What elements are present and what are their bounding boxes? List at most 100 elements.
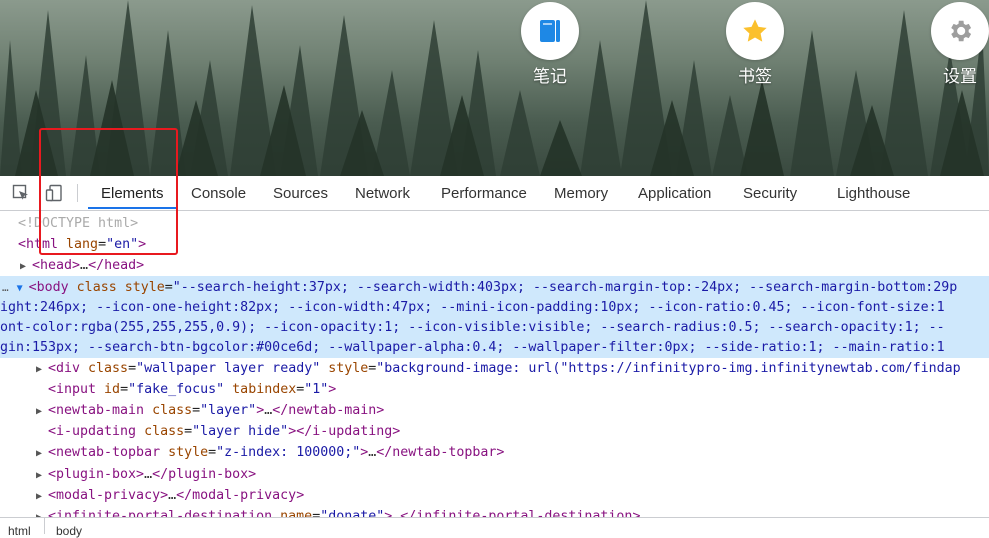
modal-privacy-ellipsis[interactable]: … (168, 488, 176, 503)
doctype-text: <!DOCTYPE html> (18, 216, 139, 231)
i-updating-attr-class: class (136, 424, 185, 439)
app-bookmarks-circle[interactable] (726, 2, 784, 60)
i-updating-attr-class-value: "layer hide" (192, 424, 289, 439)
tree-node-doctype[interactable]: <!DOCTYPE html> (18, 213, 138, 234)
star-icon (743, 19, 767, 42)
html-tag-close: > (138, 237, 147, 252)
notes-icon (540, 20, 560, 42)
input-attr-id-value: "fake_focus" (128, 382, 225, 397)
device-mode-icon (45, 184, 62, 202)
wallpaper: 笔记 书签 设置 (0, 0, 989, 176)
gear-icon (951, 20, 972, 42)
newtab-main-attr-class-value: "layer" (200, 403, 257, 418)
breadcrumb: html body (0, 517, 989, 538)
tree-node-input[interactable]: <input id="fake_focus" tabindex="1"> (48, 379, 336, 400)
expand-triangle-icon[interactable]: ▶ (36, 507, 48, 517)
tab-security[interactable]: Security (743, 176, 797, 210)
tab-application[interactable]: Application (638, 176, 711, 210)
modal-privacy-tag: <modal-privacy> (48, 488, 169, 503)
body-style-wrap-4: gin:153px; --search-btn-bgcolor:#00ce6d;… (0, 337, 945, 358)
newtab-topbar-tag: <newtab-topbar (48, 445, 161, 460)
input-attr-tabindex-value: "1" (304, 382, 329, 397)
inspect-cursor-icon (12, 184, 28, 200)
plugin-box-ellipsis[interactable]: … (144, 467, 152, 482)
html-attr-lang-value: "en" (106, 237, 139, 252)
html-tag: <html (18, 237, 59, 252)
portal-end-tag: </infinite-portal-destination> (400, 509, 641, 517)
app-notes-label: 笔记 (533, 67, 567, 87)
newtab-main-tag: <newtab-main (48, 403, 145, 418)
devtools-toolbar: Elements Console Sources Network Perform… (0, 176, 989, 211)
body-style-value-4: gin:153px; --search-btn-bgcolor:#00ce6d;… (0, 340, 945, 355)
div-attr-style-value: "background-image: url("https://infinity… (376, 361, 961, 376)
input-tag: <input (48, 382, 97, 397)
expand-triangle-icon[interactable]: ▶ (36, 465, 48, 486)
expand-triangle-icon[interactable]: ▶ (36, 486, 48, 507)
body-attr-style: style (124, 280, 165, 295)
tree-node-i-updating[interactable]: <i-updating class="layer hide"></i-updat… (48, 421, 400, 442)
devtools-panel: Elements Console Sources Network Perform… (0, 176, 989, 538)
app-settings[interactable]: 设置 (931, 2, 989, 88)
expand-triangle-icon[interactable]: ▶ (36, 401, 48, 422)
newtab-topbar-attr-style-value: "z-index: 100000;" (216, 445, 361, 460)
tree-node-modal-privacy[interactable]: ▶ <modal-privacy>…</modal-privacy> (36, 485, 304, 506)
i-updating-tag: <i-updating (48, 424, 137, 439)
head-tag: <head> (32, 258, 81, 273)
tab-lighthouse[interactable]: Lighthouse (837, 176, 910, 210)
more-options-ellipsis[interactable]: … (2, 281, 9, 294)
tree-node-newtab-topbar[interactable]: ▶ <newtab-topbar style="z-index: 100000;"… (36, 442, 504, 463)
portal-tag: <infinite-portal-destination (48, 509, 273, 517)
breadcrumb-separator (44, 518, 45, 534)
app-notes[interactable]: 笔记 (521, 2, 579, 88)
active-tab-indicator (88, 207, 176, 209)
plugin-box-end-tag: </plugin-box> (152, 467, 257, 482)
app-settings-circle[interactable] (931, 2, 989, 60)
tab-console[interactable]: Console (191, 176, 246, 210)
dom-tree: <!DOCTYPE html> <html lang="en"> ▶ <head>… (0, 211, 989, 517)
expand-triangle-icon[interactable]: ▶ (36, 443, 48, 464)
tree-node-head[interactable]: ▶ <head>…</head> (20, 255, 144, 276)
expand-triangle-icon[interactable]: ▶ (36, 359, 48, 380)
newtab-topbar-end-tag: </newtab-topbar> (376, 445, 505, 460)
newtab-topbar-attr-style: style (160, 445, 209, 460)
tree-node-newtab-main[interactable]: ▶ <newtab-main class="layer">…</newtab-ma… (36, 400, 384, 421)
tab-performance[interactable]: Performance (441, 176, 527, 210)
device-toolbar-button[interactable] (43, 182, 65, 204)
tab-memory[interactable]: Memory (554, 176, 608, 210)
tree-node-html[interactable]: <html lang="en"> (18, 234, 146, 255)
newtab-main-end-tag: </newtab-main> (272, 403, 385, 418)
head-ellipsis[interactable]: … (80, 258, 88, 273)
tree-node-div-wallpaper[interactable]: ▶ <div class="wallpaper layer ready" styl… (36, 358, 961, 379)
tree-node-portal-destination[interactable]: ▶<infinite-portal-destination name="dona… (36, 506, 640, 517)
html-attr-lang: lang (58, 237, 99, 252)
head-close-tag: </head> (88, 258, 145, 273)
body-style-wrap-3: ont-color:rgba(255,255,255,0.9); --icon-… (0, 317, 945, 338)
app-bookmarks-label: 书签 (738, 67, 772, 87)
collapse-triangle-icon[interactable]: ▼ (17, 278, 29, 299)
expand-triangle-icon[interactable]: ▶ (20, 256, 32, 277)
app-settings-label: 设置 (943, 67, 977, 87)
tab-sources[interactable]: Sources (273, 176, 328, 210)
body-style-value-2: ight:246px; --icon-one-height:82px; --ic… (0, 300, 945, 315)
newtab-main-tag-close: > (256, 403, 265, 418)
newtab-main-attr-class: class (144, 403, 193, 418)
tree-node-body[interactable]: … ▼ <body class style="--search-height:37… (2, 277, 957, 298)
portal-attr-name: name (272, 509, 313, 517)
portal-attr-name-value: "donate" (320, 509, 385, 517)
div-attr-class: class (80, 361, 129, 376)
tree-node-plugin-box[interactable]: ▶ <plugin-box>…</plugin-box> (36, 464, 256, 485)
div-attr-class-value: "wallpaper layer ready" (136, 361, 321, 376)
body-style-wrap-2: ight:246px; --icon-one-height:82px; --ic… (0, 297, 945, 318)
app-bookmarks[interactable]: 书签 (726, 2, 784, 88)
tab-elements[interactable]: Elements (101, 176, 164, 210)
tab-network[interactable]: Network (355, 176, 410, 210)
inspect-element-button[interactable] (10, 182, 32, 204)
breadcrumb-item-body[interactable]: body (56, 524, 82, 538)
input-tag-close: > (328, 382, 337, 397)
breadcrumb-item-html[interactable]: html (8, 524, 31, 538)
body-eq: = (164, 280, 173, 295)
input-attr-tabindex: tabindex (224, 382, 297, 397)
body-tag: <body (28, 280, 69, 295)
plugin-box-tag: <plugin-box> (48, 467, 145, 482)
app-notes-circle[interactable] (521, 2, 579, 60)
